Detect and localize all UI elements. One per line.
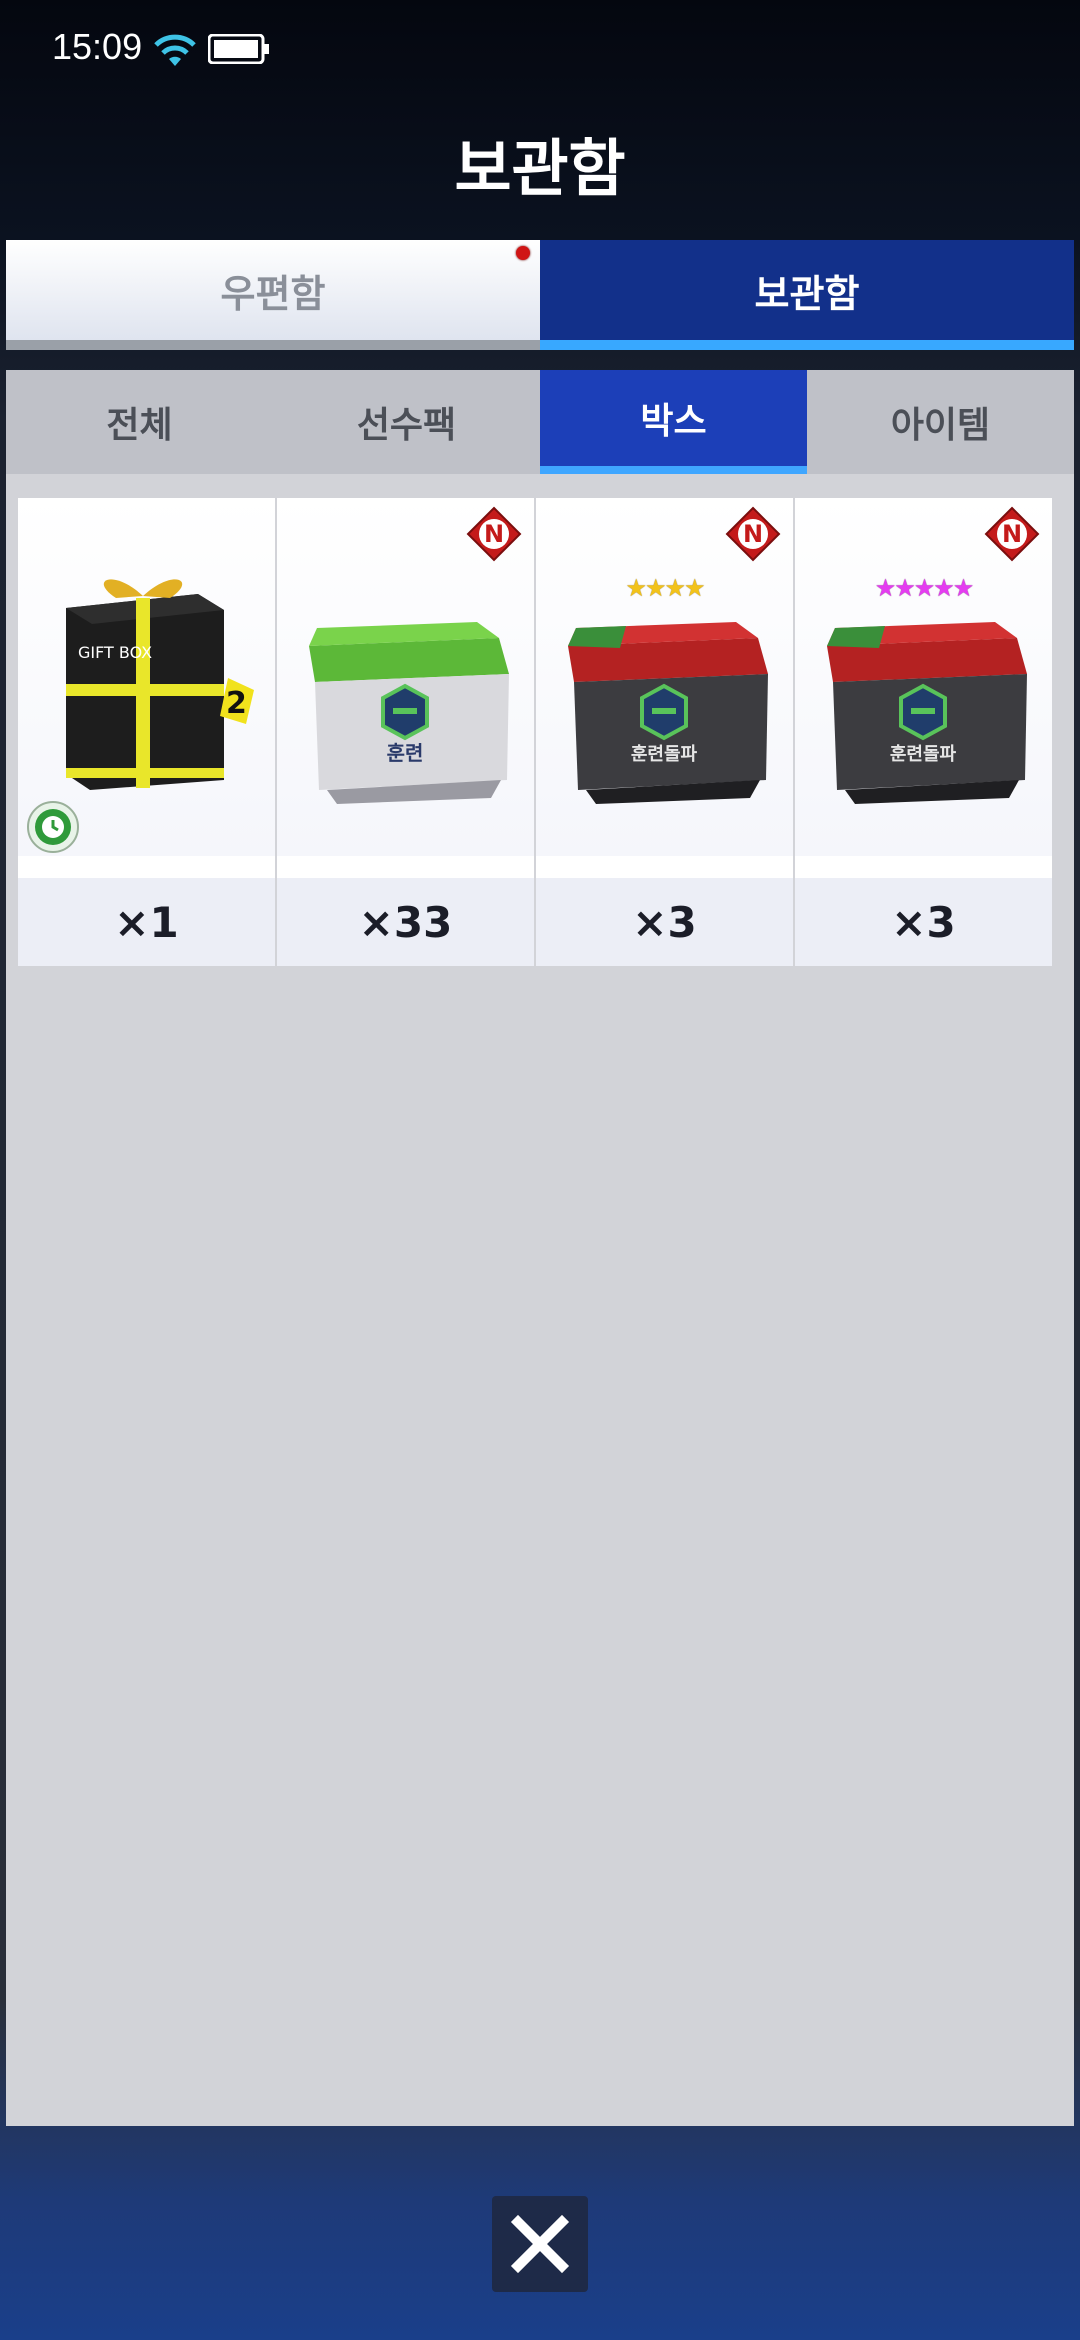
training-box-label: 훈련 bbox=[387, 741, 424, 765]
top-tab-bar: 우편함 보관함 bbox=[6, 240, 1074, 350]
new-badge-icon: N bbox=[725, 506, 781, 562]
item-grid: GIFT BOX 2 ×1 훈련 N ×33 ★★★★ 훈련돌파 N ×3 ★★… bbox=[18, 498, 1052, 966]
new-badge-icon: N bbox=[984, 506, 1040, 562]
status-bar: 15:09 bbox=[0, 0, 1080, 100]
star-rating-4: ★★★★ bbox=[625, 574, 705, 602]
item-count: ×3 bbox=[795, 878, 1052, 966]
breakthrough-box-label: 훈련돌파 bbox=[890, 743, 957, 765]
item-image-area: GIFT BOX 2 bbox=[18, 498, 275, 856]
item-card-gift-box[interactable]: GIFT BOX 2 ×1 bbox=[18, 498, 275, 966]
item-image-area: ★★★★★ 훈련돌파 N bbox=[795, 498, 1052, 856]
item-image-area: 훈련 N bbox=[277, 498, 534, 856]
category-tab-bar: 전체 선수팩 박스 아이템 bbox=[6, 370, 1074, 474]
clock-icon bbox=[27, 801, 79, 853]
tab-all[interactable]: 전체 bbox=[6, 370, 273, 474]
item-count: ×33 bbox=[277, 878, 534, 966]
tab-storage[interactable]: 보관함 bbox=[540, 240, 1074, 350]
close-button[interactable] bbox=[492, 2196, 588, 2292]
tab-item[interactable]: 아이템 bbox=[807, 370, 1074, 474]
wifi-icon bbox=[154, 34, 196, 66]
tab-player-pack-label: 선수팩 bbox=[356, 405, 457, 446]
notification-dot bbox=[516, 246, 530, 260]
status-time: 15:09 bbox=[52, 26, 143, 67]
battery-icon bbox=[208, 34, 269, 64]
svg-text:N: N bbox=[743, 520, 763, 548]
tab-storage-label: 보관함 bbox=[754, 271, 860, 316]
item-card-training-box[interactable]: 훈련 N ×33 bbox=[277, 498, 534, 966]
tab-box-label: 박스 bbox=[640, 401, 707, 442]
tab-box[interactable]: 박스 bbox=[540, 370, 807, 474]
tab-mailbox[interactable]: 우편함 bbox=[6, 240, 540, 350]
close-icon bbox=[510, 2214, 570, 2274]
breakthrough-box-label: 훈련돌파 bbox=[631, 743, 698, 765]
svg-text:N: N bbox=[484, 520, 504, 548]
item-card-training-breakthrough-4star[interactable]: ★★★★ 훈련돌파 N ×3 bbox=[536, 498, 793, 966]
tab-all-label: 전체 bbox=[106, 405, 173, 446]
star-rating-5: ★★★★★ bbox=[874, 574, 975, 602]
item-count: ×1 bbox=[18, 878, 275, 966]
storage-panel: 전체 선수팩 박스 아이템 GIFT BOX 2 ×1 훈련 N ×33 ★★★… bbox=[6, 370, 1074, 2126]
gift-box-text: GIFT BOX bbox=[78, 643, 152, 662]
new-badge-icon: N bbox=[466, 506, 522, 562]
tab-item-label: 아이템 bbox=[890, 405, 991, 446]
svg-text:N: N bbox=[1002, 520, 1022, 548]
tab-player-pack[interactable]: 선수팩 bbox=[273, 370, 540, 474]
item-card-training-breakthrough-5star[interactable]: ★★★★★ 훈련돌파 N ×3 bbox=[795, 498, 1052, 966]
item-image-area: ★★★★ 훈련돌파 N bbox=[536, 498, 793, 856]
gift-box-tag: 2 bbox=[226, 686, 247, 721]
item-count: ×3 bbox=[536, 878, 793, 966]
tab-mailbox-label: 우편함 bbox=[220, 271, 326, 316]
page-title: 보관함 bbox=[454, 132, 626, 205]
